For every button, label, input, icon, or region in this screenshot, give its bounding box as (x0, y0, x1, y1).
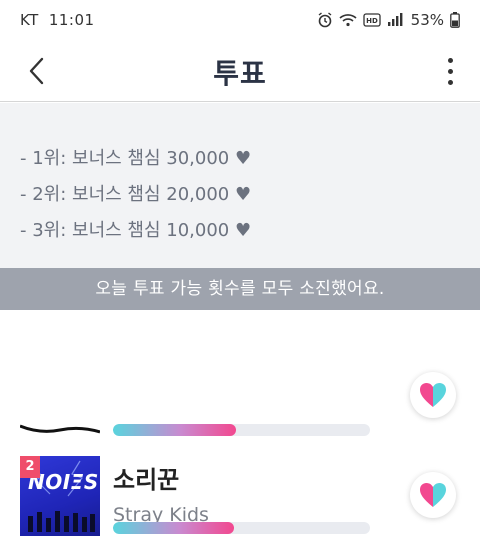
more-vertical-icon (447, 57, 453, 63)
battery-icon (450, 12, 460, 28)
more-options-button[interactable] (438, 54, 462, 88)
status-bar: KT 11:01 HD 53% (0, 0, 480, 40)
vote-progress-fill (113, 424, 237, 436)
vote-exhausted-notice: 오늘 투표 가능 횟수를 모두 소진했어요. (0, 268, 480, 310)
app-header: 투표 (0, 40, 480, 102)
vote-progress-fill (113, 522, 234, 534)
album-cover-partial (20, 424, 100, 434)
candidate-list: NOIΞSY 2 소리꾼 Stray Kids (0, 310, 480, 536)
status-right: HD 53% (317, 11, 460, 29)
carrier-label: KT (20, 11, 39, 29)
alarm-icon (318, 12, 332, 28)
list-item[interactable]: NOIΞSY 2 소리꾼 Stray Kids (0, 450, 480, 536)
svg-text:HD: HD (366, 17, 378, 25)
page-title: 투표 (213, 57, 267, 90)
bonus-line-3: - 3위: 보너스 챔심 10,000 ♥ (20, 220, 252, 241)
signal-icon (387, 13, 403, 26)
bonus-line-1: - 1위: 보너스 챔심 30,000 ♥ (20, 148, 252, 169)
vote-button[interactable] (410, 472, 456, 518)
vote-button[interactable] (410, 372, 456, 418)
rank-badge: 2 (20, 456, 40, 478)
list-item (0, 310, 480, 450)
vote-progress-bar (113, 522, 370, 534)
hd-voice-icon: HD (363, 13, 381, 27)
album-cover: NOIΞSY 2 (20, 456, 100, 536)
battery-percent: 53% (410, 11, 444, 29)
vote-progress-bar (113, 424, 370, 436)
clock: 11:01 (48, 11, 95, 29)
bonus-info-panel: - 1위: 보너스 챔심 30,000 ♥ - 2위: 보너스 챔심 20,00… (0, 103, 480, 268)
status-left: KT 11:01 (20, 11, 95, 29)
wifi-icon (339, 14, 357, 27)
bonus-line-2: - 2위: 보너스 챔심 20,000 ♥ (20, 184, 252, 205)
heart-icon (420, 383, 446, 407)
heart-icon (420, 483, 446, 507)
song-title: 소리꾼 (113, 466, 180, 494)
